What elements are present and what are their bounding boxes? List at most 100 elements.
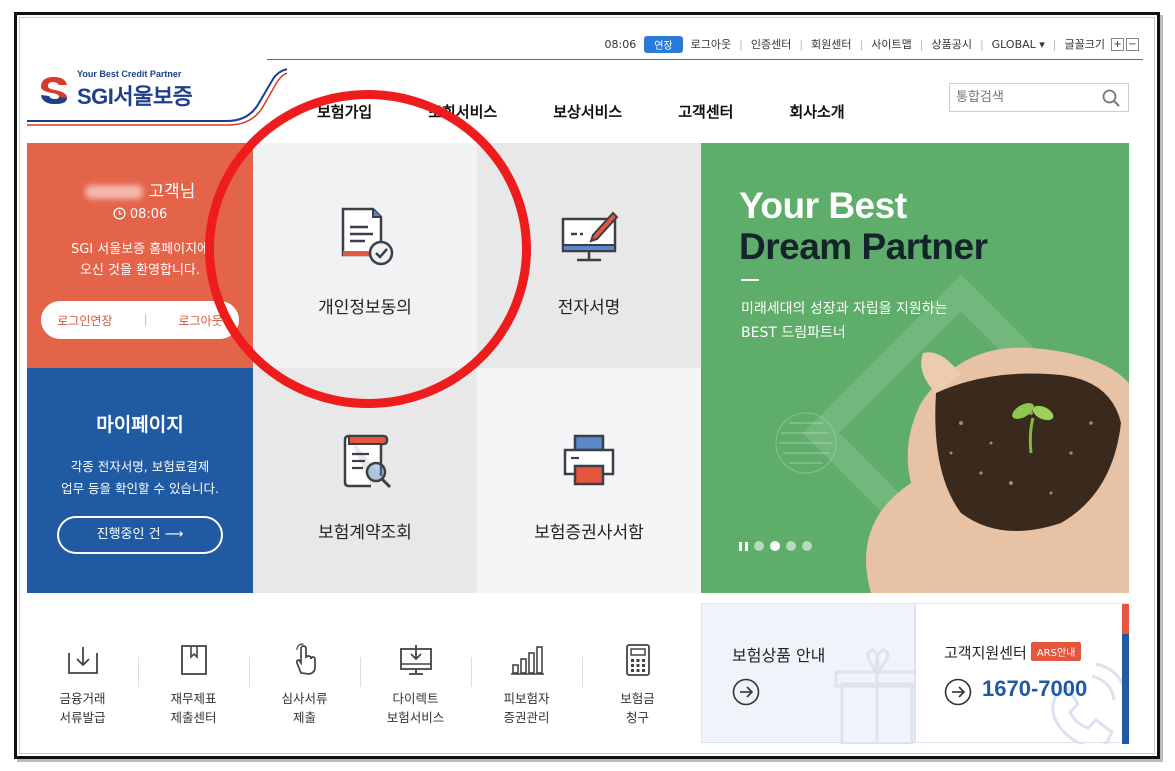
quick-label-line1: 재무제표 xyxy=(170,691,217,706)
quick-label: 보험금 청구 xyxy=(582,689,693,727)
banner-sub-line2: BEST 드림파트너 xyxy=(741,325,846,341)
quick-claim[interactable]: 보험금 청구 xyxy=(582,605,693,745)
nav-inquiry-service[interactable]: 조회서비스 xyxy=(428,101,497,122)
service-label: 보험증권사서함 xyxy=(534,523,644,543)
login-extend-button[interactable]: 로그인연장 xyxy=(57,312,112,329)
site-logo[interactable]: Your Best Credit Partner SGI서울보증 xyxy=(27,65,287,135)
monitor-download-icon xyxy=(400,645,432,675)
banner-headline-line2: Dream Partner xyxy=(739,226,988,267)
monitor-pen-icon xyxy=(561,211,619,262)
quick-label-line2: 청구 xyxy=(625,710,649,725)
mypage-panel: 마이페이지 각종 전자서명, 보험료결제 업무 등을 확인할 수 있습니다. 진… xyxy=(27,368,253,593)
support-title-text: 고객지원센터 xyxy=(944,644,1027,662)
service-contract-inquiry[interactable]: 보험계약조회 xyxy=(253,368,477,593)
font-increase-button[interactable]: + xyxy=(1111,37,1124,51)
util-separator: | xyxy=(739,37,743,51)
quick-financial-statements[interactable]: 재무제표 제출센터 xyxy=(138,605,249,745)
quick-label-line2: 제출 xyxy=(292,710,316,725)
banner-headline-line1: Your Best xyxy=(739,185,907,226)
session-clock: 08:06 xyxy=(27,207,253,222)
support-phone-number: 1670-7000 xyxy=(982,676,1088,701)
pause-icon[interactable] xyxy=(739,541,748,551)
quick-label: 심사서류 제출 xyxy=(249,689,360,727)
product-notice-link[interactable]: 상품공시 xyxy=(931,36,971,52)
service-privacy-consent[interactable]: 개인정보동의 xyxy=(253,143,477,368)
nav-insurance-signup[interactable]: 보험가입 xyxy=(317,101,372,122)
hand-pointer-icon xyxy=(295,643,316,675)
logout-button[interactable]: 로그아웃 xyxy=(179,312,223,329)
logo-name: SGI서울보증 xyxy=(77,84,193,109)
quick-label-line1: 심사서류 xyxy=(281,691,328,706)
util-separator: | xyxy=(1052,37,1057,51)
quick-label-line2: 서류발급 xyxy=(59,710,106,725)
welcome-message-line2: 오신 것을 환영합니다. xyxy=(79,263,201,278)
nav-compensation-service[interactable]: 보상서비스 xyxy=(553,101,622,122)
quick-label-line1: 금융거래 xyxy=(59,691,106,706)
download-tray-icon xyxy=(68,647,98,674)
quick-review-docs[interactable]: 심사서류 제출 xyxy=(249,605,360,745)
service-policy-mailbox[interactable]: 보험증권사서함 xyxy=(477,368,701,593)
service-label: 전자서명 xyxy=(557,298,621,318)
quick-label: 재무제표 제출센터 xyxy=(138,689,249,727)
customer-support-card[interactable]: 고객지원센터 ARS안내 1670-7000 xyxy=(915,603,1129,744)
slide-dot-2[interactable] xyxy=(770,541,780,551)
quick-insured-policy[interactable]: 피보험자 증권관리 xyxy=(471,605,582,745)
mypage-desc-line2: 업무 등을 확인할 수 있습니다. xyxy=(61,481,219,496)
welcome-panel: 고객님 08:06 SGI 서울보증 홈페이지에 오신 것을 환영합니다. 로그… xyxy=(27,143,253,368)
member-center-link[interactable]: 회원센터 xyxy=(811,36,851,52)
login-button-group: 로그인연장 로그아웃 xyxy=(41,301,239,339)
promo-banner[interactable]: Your Best Dream Partner 미래세대의 성장과 자립을 지원… xyxy=(701,143,1129,593)
quick-label: 피보험자 증권관리 xyxy=(471,689,582,727)
mypage-title: 마이페이지 xyxy=(96,414,184,436)
global-dropdown[interactable]: GLOBAL ▾ xyxy=(992,38,1045,51)
logo-tagline: Your Best Credit Partner xyxy=(77,69,182,79)
support-center-title: 고객지원센터 ARS안내 xyxy=(944,642,1082,663)
search-icon[interactable] xyxy=(1102,89,1120,107)
quick-separator xyxy=(582,657,583,687)
slide-dot-4[interactable] xyxy=(802,541,812,551)
font-decrease-button[interactable]: − xyxy=(1126,37,1139,51)
bookmark-doc-icon xyxy=(181,645,207,675)
banner-headline: Your Best Dream Partner xyxy=(739,185,988,267)
mypage-description: 각종 전자서명, 보험료결제 업무 등을 확인할 수 있습니다. xyxy=(27,456,253,500)
session-extend-button[interactable]: 연장 xyxy=(644,35,683,53)
button-separator xyxy=(145,314,146,326)
util-separator: | xyxy=(919,37,924,51)
nav-customer-center[interactable]: 고객센터 xyxy=(678,101,733,122)
utility-bar: 08:06 연장 로그아웃 | 인증센터 | 회원센터 | 사이트맵 | 상품공… xyxy=(605,35,1139,53)
banner-divider xyxy=(741,279,759,281)
sgi-s-logo-icon xyxy=(41,77,67,104)
quick-financial-docs[interactable]: 금융거래 서류발급 xyxy=(27,605,138,745)
calculator-icon xyxy=(626,644,650,676)
logout-link[interactable]: 로그아웃 xyxy=(691,36,731,52)
slide-dot-1[interactable] xyxy=(754,541,764,551)
search-box xyxy=(949,83,1129,112)
in-progress-button[interactable]: 진행중인 건 ⟶ xyxy=(57,516,223,554)
slide-dot-3[interactable] xyxy=(786,541,796,551)
util-separator: | xyxy=(799,37,804,51)
cert-center-link[interactable]: 인증센터 xyxy=(751,36,791,52)
quick-direct-insurance[interactable]: 다이렉트 보험서비스 xyxy=(360,605,471,745)
sitemap-link[interactable]: 사이트맵 xyxy=(871,36,911,52)
quick-label-line1: 다이렉트 xyxy=(392,691,439,706)
product-guide-card[interactable]: 보험상품 안내 xyxy=(701,603,916,744)
font-size-label: 글꼴크기 xyxy=(1064,38,1105,51)
util-separator: | xyxy=(979,37,984,51)
quick-label-line1: 보험금 xyxy=(620,691,655,706)
ars-guide-badge[interactable]: ARS안내 xyxy=(1030,642,1082,661)
quick-label-line2: 증권관리 xyxy=(503,710,550,725)
service-e-signature[interactable]: 전자서명 xyxy=(477,143,701,368)
quick-label-line2: 제출센터 xyxy=(170,710,217,725)
blurred-customer-name xyxy=(84,185,143,199)
welcome-message-line1: SGI 서울보증 홈페이지에 xyxy=(70,242,210,257)
quick-separator xyxy=(138,657,139,687)
quick-separator xyxy=(360,657,361,687)
scroll-search-icon xyxy=(343,434,392,489)
header-red-line xyxy=(267,59,1143,60)
quick-label: 다이렉트 보험서비스 xyxy=(360,689,471,727)
banner-pagination xyxy=(739,541,818,551)
search-input[interactable] xyxy=(950,84,1090,111)
printer-icon xyxy=(563,434,615,486)
quick-label-line2: 보험서비스 xyxy=(386,710,445,725)
nav-company-intro[interactable]: 회사소개 xyxy=(789,101,844,122)
